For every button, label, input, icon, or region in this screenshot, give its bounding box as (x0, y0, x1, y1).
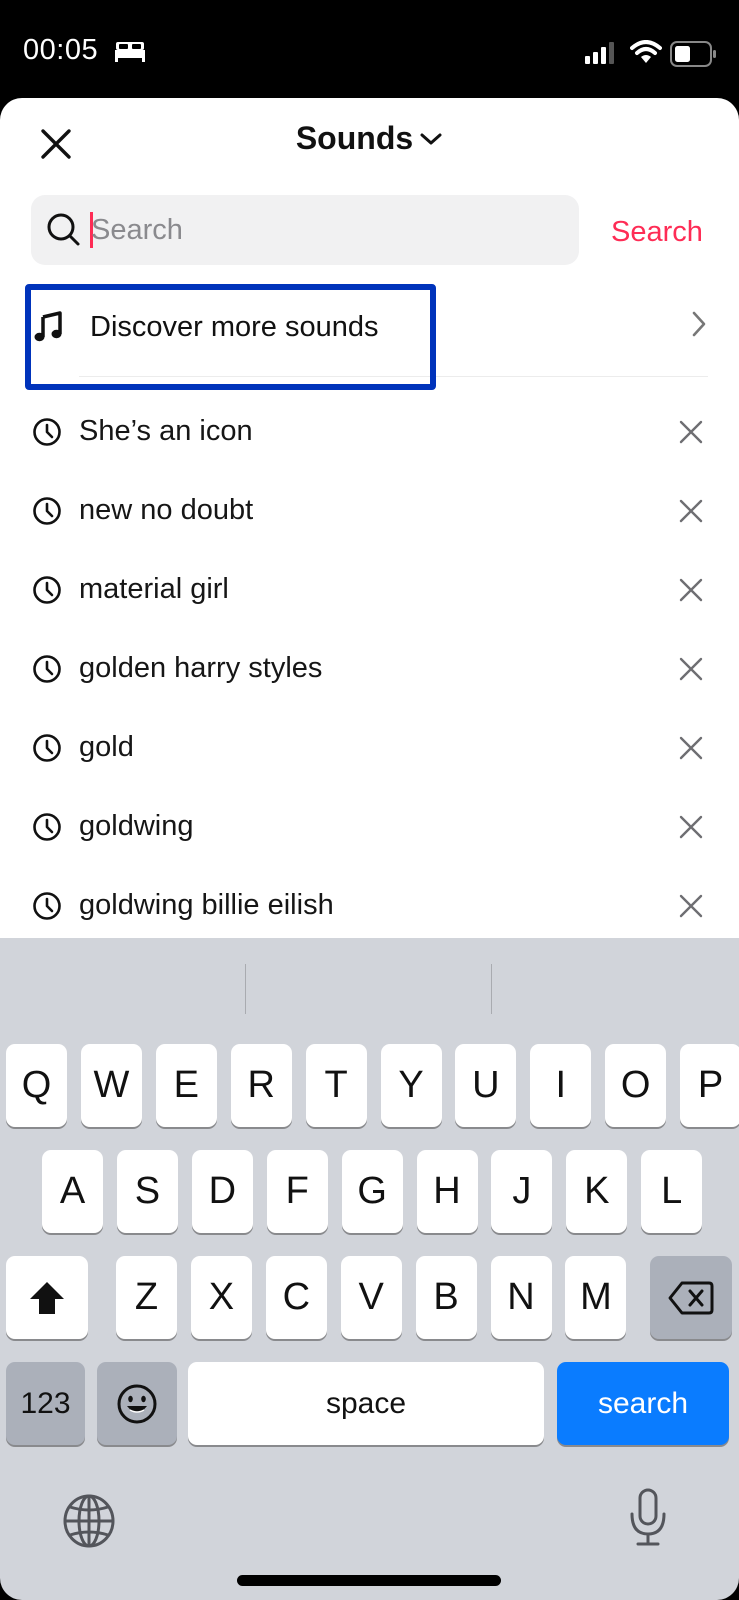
backspace-icon (668, 1281, 714, 1314)
discover-more-sounds-item[interactable]: Discover more sounds (30, 281, 708, 373)
key-t[interactable]: T (305, 1044, 367, 1127)
history-item-text: goldwing billie eilish (79, 889, 334, 921)
search-key[interactable]: search (557, 1362, 729, 1445)
clock-icon (33, 891, 61, 920)
key-u[interactable]: U (455, 1044, 517, 1127)
emoji-key[interactable] (97, 1362, 177, 1445)
history-item-text: new no doubt (79, 494, 254, 526)
status-bar: 00:05 (0, 0, 739, 98)
history-item[interactable]: new no doubt (0, 471, 739, 550)
key-m[interactable]: M (565, 1256, 627, 1339)
key-r[interactable]: R (230, 1044, 292, 1127)
clock-icon (33, 733, 61, 762)
key-v[interactable]: V (340, 1256, 402, 1339)
key-q[interactable]: Q (6, 1044, 67, 1127)
history-item[interactable]: goldwing (0, 787, 739, 866)
history-item[interactable]: golden harry styles (0, 629, 739, 708)
divider (79, 376, 708, 377)
remove-history-icon[interactable] (679, 815, 703, 839)
chevron-right-icon (692, 311, 706, 337)
sounds-sheet: Sounds Search Discover more sounds She’s… (0, 98, 739, 938)
page-title: Sounds (295, 120, 414, 156)
key-k[interactable]: K (566, 1150, 628, 1233)
suggestion-divider (245, 964, 246, 1014)
key-z[interactable]: Z (116, 1256, 177, 1339)
history-item-text: golden harry styles (79, 652, 323, 684)
music-note-icon (34, 311, 62, 342)
wifi-icon (630, 40, 662, 63)
search-input[interactable] (91, 213, 531, 247)
clock-icon (33, 812, 61, 841)
search-field[interactable] (31, 195, 579, 265)
remove-history-icon[interactable] (679, 499, 703, 523)
status-time: 00:05 (23, 34, 99, 66)
remove-history-icon[interactable] (679, 894, 703, 918)
remove-history-icon[interactable] (679, 657, 703, 681)
key-d[interactable]: D (191, 1150, 253, 1233)
sounds-title-dropdown[interactable]: Sounds (296, 120, 443, 157)
key-x[interactable]: X (190, 1256, 252, 1339)
history-item-text: She’s an icon (79, 415, 253, 447)
history-item-text: goldwing (79, 810, 194, 842)
key-b[interactable]: B (415, 1256, 477, 1339)
key-g[interactable]: G (341, 1150, 403, 1233)
search-icon (47, 213, 80, 246)
search-history-list: She’s an icon new no doubt material girl go… (0, 392, 739, 938)
key-e[interactable]: E (155, 1044, 217, 1127)
clock-icon (33, 654, 61, 683)
key-c[interactable]: C (265, 1256, 327, 1339)
chevron-down-icon (420, 133, 442, 144)
search-submit-button[interactable]: Search (611, 216, 703, 249)
remove-history-icon[interactable] (679, 578, 703, 602)
clock-icon (33, 496, 61, 525)
numbers-key[interactable]: 123 (6, 1362, 85, 1445)
history-item-text: material girl (79, 573, 229, 605)
bed-icon (115, 42, 145, 62)
discover-label: Discover more sounds (90, 310, 379, 343)
remove-history-icon[interactable] (679, 420, 703, 444)
space-key[interactable]: space (188, 1362, 544, 1445)
battery-icon (670, 41, 716, 67)
globe-icon[interactable] (62, 1493, 116, 1549)
key-f[interactable]: F (266, 1150, 328, 1233)
remove-history-icon[interactable] (679, 736, 703, 760)
key-h[interactable]: H (416, 1150, 478, 1233)
emoji-icon (117, 1384, 157, 1423)
history-item[interactable]: material girl (0, 550, 739, 629)
backspace-key[interactable] (650, 1256, 732, 1339)
key-i[interactable]: I (530, 1044, 592, 1127)
key-y[interactable]: Y (380, 1044, 442, 1127)
microphone-icon[interactable] (627, 1488, 669, 1548)
shift-arrow-icon (30, 1281, 64, 1314)
history-item[interactable]: goldwing billie eilish (0, 866, 739, 938)
key-l[interactable]: L (641, 1150, 703, 1233)
shift-key[interactable] (6, 1256, 88, 1339)
home-indicator[interactable] (237, 1575, 501, 1586)
key-p[interactable]: P (680, 1044, 739, 1127)
key-a[interactable]: A (42, 1150, 103, 1233)
key-w[interactable]: W (80, 1044, 142, 1127)
suggestion-divider (491, 964, 492, 1014)
key-o[interactable]: O (605, 1044, 667, 1127)
clock-icon (33, 417, 61, 446)
history-item[interactable]: She’s an icon (0, 392, 739, 471)
key-s[interactable]: S (116, 1150, 178, 1233)
history-item[interactable]: gold (0, 708, 739, 787)
key-j[interactable]: J (491, 1150, 553, 1233)
history-item-text: gold (79, 731, 134, 763)
cellular-signal-icon (585, 42, 614, 64)
on-screen-keyboard: 123 space search QWERTYUIOP ASDFGHJKL ZXCV… (0, 938, 739, 1600)
clock-icon (33, 575, 61, 604)
key-n[interactable]: N (490, 1256, 552, 1339)
